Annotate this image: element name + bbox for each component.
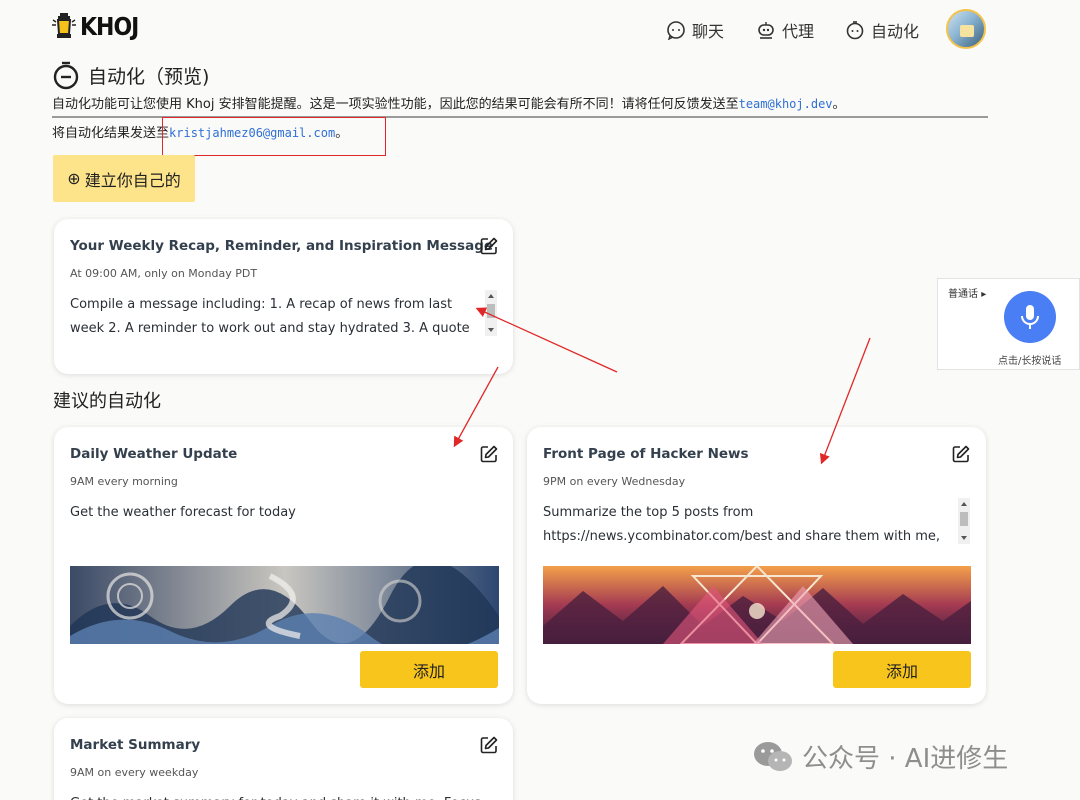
add-button[interactable]: 添加	[833, 651, 971, 688]
card-title: Your Weekly Recap, Reminder, and Inspira…	[70, 238, 494, 254]
microphone-icon	[1021, 305, 1039, 329]
card-description: Get the market summary for today and sha…	[70, 792, 495, 800]
geometric-art-image	[543, 566, 971, 644]
caret-right-icon: ▸	[981, 289, 987, 300]
card-description: Get the weather forecast for today	[70, 505, 296, 520]
voice-input-widget[interactable]: 普通话 ▸ 点击/长按说话	[937, 278, 1080, 370]
chat-icon	[667, 21, 685, 40]
card-description[interactable]: Summarize the top 5 posts from https://n…	[543, 501, 955, 549]
card-description[interactable]: Compile a message including: 1. A recap …	[70, 293, 480, 341]
khoj-logo[interactable]: KHOJ	[52, 12, 139, 42]
suggested-card-weather[interactable]: Daily Weather Update 9AM every morning G…	[54, 427, 513, 704]
card-schedule: 9AM every morning	[70, 475, 178, 488]
card-title: Front Page of Hacker News	[543, 446, 749, 462]
add-button[interactable]: 添加	[360, 651, 498, 688]
logo-text: KHOJ	[80, 12, 139, 42]
automation-icon	[846, 21, 864, 40]
intro-text: 自动化功能可让您使用 Khoj 安排智能提醒。这是一项实验性功能，因此您的结果可…	[52, 93, 988, 118]
create-automation-label: 建立你自己的	[84, 170, 181, 190]
watermark-text: 公众号 · AI进修生	[802, 744, 1009, 774]
page-title-text: 自动化（预览)	[88, 65, 210, 88]
card-schedule: At 09:00 AM, only on Monday PDT	[70, 267, 258, 280]
nav-automation[interactable]: 自动化	[845, 18, 919, 42]
annotation-highlight-box	[162, 117, 386, 156]
create-automation-button[interactable]: ⊕ 建立你自己的	[53, 155, 195, 202]
automation-card[interactable]: Your Weekly Recap, Reminder, and Inspira…	[54, 219, 513, 374]
automation-icon	[53, 61, 79, 90]
watermark: 公众号 · AI进修生	[752, 738, 1008, 775]
card-schedule: 9AM on every weekday	[70, 766, 199, 779]
nav-automation-label: 自动化	[871, 22, 920, 41]
voice-language-select[interactable]: 普通话 ▸	[948, 285, 986, 300]
nav-chat-label: 聊天	[692, 22, 725, 41]
edit-icon[interactable]	[951, 444, 971, 464]
wave-art-image	[70, 566, 499, 644]
nav-agents[interactable]: 代理	[756, 18, 814, 42]
card-title: Daily Weather Update	[70, 446, 238, 462]
feedback-email-link[interactable]: team@khoj.dev	[739, 97, 833, 111]
edit-icon[interactable]	[479, 236, 499, 256]
email-prefix: 将自动化结果发送至	[52, 126, 170, 141]
intro-body: 自动化功能可让您使用 Khoj 安排智能提醒。这是一项实验性功能，因此您的结果可…	[52, 97, 739, 112]
edit-icon[interactable]	[479, 735, 499, 755]
lantern-icon	[52, 13, 76, 38]
card-schedule: 9PM on every Wednesday	[543, 475, 686, 488]
agent-icon	[758, 22, 774, 39]
card-title: Market Summary	[70, 737, 201, 753]
suggested-card-market[interactable]: Market Summary 9AM on every weekday Get …	[54, 718, 513, 800]
user-avatar[interactable]	[946, 9, 986, 49]
nav-agents-label: 代理	[782, 22, 815, 41]
voice-hint: 点击/长按说话	[998, 356, 1062, 367]
wechat-icon	[754, 741, 792, 771]
description-scrollbar[interactable]	[485, 290, 497, 336]
microphone-button[interactable]	[1004, 291, 1056, 343]
suggested-heading: 建议的自动化	[53, 391, 161, 412]
suggested-card-hackernews[interactable]: Front Page of Hacker News 9PM on every W…	[527, 427, 986, 704]
page-title: 自动化（预览)	[52, 60, 209, 90]
intro-end: 。	[832, 97, 846, 112]
description-scrollbar[interactable]	[958, 498, 970, 544]
edit-icon[interactable]	[479, 444, 499, 464]
plus-circle-icon: ⊕	[67, 169, 81, 188]
nav-chat[interactable]: 聊天	[666, 18, 724, 42]
